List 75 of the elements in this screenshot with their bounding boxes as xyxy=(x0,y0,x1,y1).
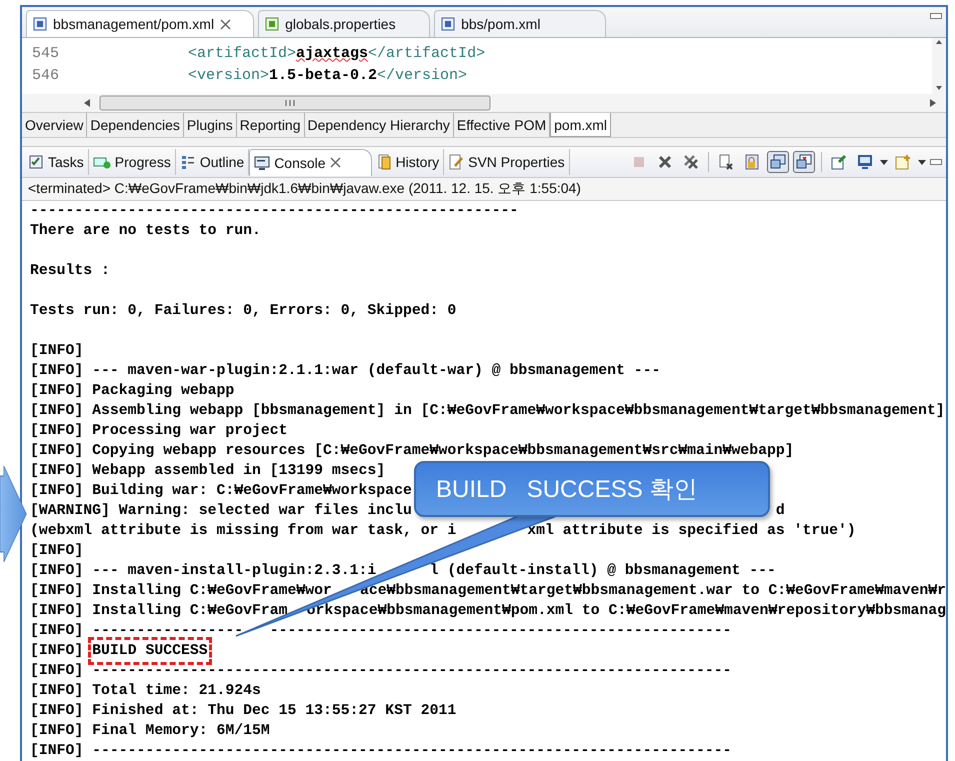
console-line: [INFO] Final Memory: 6M/15M xyxy=(30,722,270,741)
console-line: [INFO] Finished at: Thu Dec 15 13:55:27 KST 2011 xyxy=(30,702,456,721)
close-icon[interactable] xyxy=(220,18,232,30)
editor-tab[interactable]: bbsmanagement/pom.xml xyxy=(26,10,254,37)
editor-tab[interactable]: bbs/pom.xml xyxy=(434,10,606,37)
toolbar-button[interactable] xyxy=(793,151,815,173)
console-line: There are no tests to run. xyxy=(30,222,261,241)
progress-icon xyxy=(92,155,111,169)
view-tab[interactable]: SVN Properties xyxy=(444,149,570,175)
code-line: <version>1.5-beta-0.2</version> xyxy=(187,66,468,84)
line-number: 546 xyxy=(31,66,60,84)
toolbar-button[interactable] xyxy=(767,151,789,173)
console-line: (webxml attribute is missing from war task, or i xyxy=(30,522,456,541)
editor-page-tab[interactable]: Reporting xyxy=(236,113,304,137)
console-line: [INFO] Assembling webapp [bbsmanagement] in [C:₩eGovFrame₩workspace₩bbsmanagement₩target₩bbsmanagement] xyxy=(30,402,945,421)
console-line: [INFO] Building war: C:₩eGovFrame₩workspace xyxy=(30,482,412,501)
console-line: [INFO] xyxy=(30,342,84,361)
console-line: [INFO] ----------------- xyxy=(30,622,244,641)
line-number: 545 xyxy=(31,44,60,62)
close-icon[interactable] xyxy=(330,157,341,168)
caret-icon[interactable] xyxy=(918,160,926,164)
console-line: [INFO] Packaging webapp xyxy=(30,382,234,401)
minimize-icon[interactable] xyxy=(930,13,942,19)
file-icon xyxy=(441,17,456,31)
console-line: [INFO] Installing C:₩eGovFram xyxy=(30,602,288,621)
console-line: [INFO] --- maven-install-plugin:2.3.1:i xyxy=(30,562,376,581)
caret-icon[interactable] xyxy=(880,160,888,164)
console-line: [WARNING] Warning: selected war files inclu xyxy=(30,502,412,521)
view-tab[interactable]: History xyxy=(372,149,444,175)
editor-page-tab[interactable]: pom.xml xyxy=(550,113,612,137)
console-line: xml attribute is specified as 'true') xyxy=(527,522,856,541)
editor-tab[interactable]: globals.properties xyxy=(258,10,430,37)
console-line: Tests run: 0, Failures: 0, Errors: 0, Skipped: 0 xyxy=(30,302,456,321)
console-line: [INFO] ------------------------------------------------------------------------ xyxy=(30,742,732,761)
console-line: [INFO] --- maven-war-plugin:2.1.1:war (default-war) @ bbsmanagement --- xyxy=(30,362,660,381)
minimize-icon[interactable] xyxy=(930,159,942,165)
lock-icon xyxy=(744,154,760,170)
console-line: ------------------------------------------------------- xyxy=(30,202,518,221)
remove-icon xyxy=(657,154,673,170)
console-line: ace₩bbsmanagement₩target₩bbsmanagement.war to C:₩eGovFrame₩maven₩r xyxy=(360,582,946,601)
remove-all-icon xyxy=(683,154,699,170)
editor-page-tab[interactable]: Plugins xyxy=(184,113,237,137)
horizontal-scrollbar[interactable] xyxy=(22,94,946,112)
console-line: [INFO] Webapp assembled in [13199 msecs] xyxy=(30,462,386,481)
console-line: [INFO] ------------------------------------------------------------------------ xyxy=(30,662,732,681)
code-line: <artifactId>ajaxtags</artifactId> xyxy=(187,44,486,62)
view-tab[interactable]: Console xyxy=(249,148,372,176)
console-line: [INFO] xyxy=(30,542,84,561)
console-line: [INFO] Processing war project xyxy=(30,422,288,441)
console-line: orkspace₩bbsmanagement₩pom.xml to C:₩eGovFrame₩maven₩repository₩bbsmanag xyxy=(306,602,946,621)
checklist-icon xyxy=(28,154,44,170)
editor-page-tab[interactable]: Dependencies xyxy=(87,113,184,137)
editor-page-tab[interactable]: Overview xyxy=(22,113,88,137)
view-tab[interactable]: Progress xyxy=(88,149,176,175)
vertical-scrollbar[interactable] xyxy=(932,38,946,94)
history-icon xyxy=(376,154,392,170)
console-line: [INFO] xyxy=(30,642,84,661)
console-line: ---------------------------------------------------- xyxy=(270,622,732,641)
editor-page-tab[interactable]: Dependency Hierarchy xyxy=(304,113,454,137)
file-icon xyxy=(265,17,280,31)
stop-icon xyxy=(631,154,647,170)
view-tab[interactable]: Tasks xyxy=(24,149,89,175)
new-window-icon xyxy=(895,154,911,170)
console-line: [INFO] Copying webapp resources [C:₩eGovFrame₩workspace₩bbsmanagement₩src₩main₩webapp] xyxy=(30,442,794,461)
console-line: d xyxy=(776,502,785,521)
console-line: Results : xyxy=(30,262,110,281)
console-line: [INFO] Total time: 21.924s xyxy=(30,682,261,701)
pin-icon xyxy=(831,154,847,170)
file-icon xyxy=(33,17,47,31)
console-line: l (default-install) @ bbsmanagement --- xyxy=(430,562,776,581)
console-line: [INFO] Installing C:₩eGovFrame₩wor xyxy=(30,582,332,601)
outline-icon xyxy=(180,154,196,170)
callout-bubble: BUILD SUCCESS 확인 xyxy=(414,461,770,517)
document-pencil-icon xyxy=(448,154,464,170)
clear-document-icon xyxy=(718,154,734,170)
